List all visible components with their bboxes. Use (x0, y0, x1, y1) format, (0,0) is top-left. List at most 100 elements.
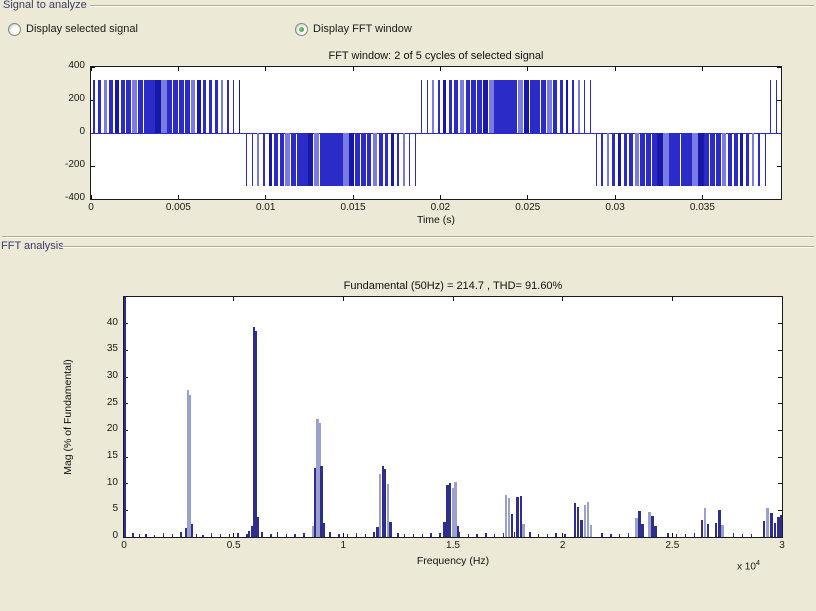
pwm-pulse (337, 133, 343, 186)
fft-harmonic-bar (774, 523, 777, 537)
pwm-pulse (547, 80, 551, 133)
fft-noise-bar (742, 534, 744, 537)
y-tick-mark (778, 350, 782, 351)
fft-harmonic-bar (511, 514, 514, 537)
fft-harmonic-bar (721, 525, 724, 537)
pwm-pulse (314, 133, 320, 186)
x-tick-mark (527, 67, 528, 71)
fft-noise-bar (248, 531, 250, 537)
x-tick-mark (343, 533, 344, 537)
y-tick-label: 15 (81, 450, 118, 461)
fft-harmonic-bar (389, 522, 392, 537)
pwm-pulse (179, 80, 184, 133)
pwm-pulse (471, 80, 476, 133)
y-tick-mark (778, 457, 782, 458)
fft-noise-bar (261, 532, 263, 537)
pwm-pulse (397, 133, 399, 186)
fft-harmonic-bar (770, 513, 773, 537)
x-tick-label: 2.5 (650, 540, 694, 551)
pwm-pulse (454, 80, 458, 133)
pwm-pulse (612, 133, 614, 186)
x-tick-mark (233, 297, 234, 301)
pwm-pulse (681, 133, 687, 186)
pwm-pulse (443, 80, 446, 133)
pwm-pulse (535, 80, 540, 133)
fft-noise-bar (430, 533, 432, 537)
pwm-pulse (239, 80, 240, 133)
pwm-pulse (331, 133, 337, 186)
pwm-pulse (115, 80, 119, 133)
xaxis-multiplier: x 104 (737, 558, 760, 572)
pwm-pulse (698, 133, 703, 186)
pwm-pulse (355, 133, 360, 186)
pwm-pulse (438, 80, 440, 133)
fft-spectrum-chart: Fundamental (50Hz) = 214.7 , THD= 91.60%… (123, 296, 783, 538)
pwm-pulse (280, 133, 284, 186)
x-tick-label: 0.01 (244, 202, 288, 213)
fft-noise-bar (132, 533, 134, 537)
pwm-pulse (460, 80, 464, 133)
y-tick-label: 20 (81, 423, 118, 434)
x-tick-mark (440, 195, 441, 199)
fft-noise-bar (619, 534, 621, 537)
pwm-pulse (518, 80, 524, 133)
pwm-pulse (215, 80, 218, 133)
y-tick-label: 30 (81, 370, 118, 381)
pwm-pulse (257, 133, 259, 186)
fft-noise-bar (413, 534, 415, 537)
radio-button-icon[interactable] (8, 23, 21, 36)
pwm-pulse (415, 133, 416, 186)
fft-noise-bar (356, 533, 358, 537)
fft-noise-bar (547, 534, 549, 537)
pwm-pulse (297, 133, 302, 186)
pwm-pulse (221, 80, 224, 133)
pwm-pulse (149, 80, 155, 133)
radio-display-selected-signal[interactable]: Display selected signal (8, 22, 138, 36)
fft-harmonic-bar (590, 525, 593, 537)
pwm-pulse (624, 133, 627, 186)
pwm-pulse (432, 80, 434, 133)
pwm-pulse (663, 133, 669, 186)
x-tick-mark (615, 195, 616, 199)
pwm-pulse (494, 80, 500, 133)
pwm-pulse (274, 133, 277, 186)
fft-harmonic-bar (780, 515, 783, 537)
fft-noise-bar (286, 534, 288, 537)
fft-noise-bar (180, 532, 182, 537)
fft-noise-bar (294, 534, 296, 537)
pwm-pulse (770, 80, 771, 133)
x-tick-mark (562, 297, 563, 301)
fft-harmonic-bar (124, 297, 127, 537)
x-tick-label: 0.005 (156, 202, 200, 213)
x-tick-label: 3 (760, 540, 804, 551)
pwm-pulse (403, 133, 405, 186)
radio-button-icon[interactable] (295, 23, 308, 36)
x-tick-label: 1.5 (431, 540, 475, 551)
pwm-pulse (155, 80, 161, 133)
signal-section-title: Signal to analyze (3, 0, 87, 11)
x-tick-mark (615, 67, 616, 71)
pwm-pulse (191, 80, 196, 133)
fft-harmonic-bar (257, 517, 260, 537)
x-tick-mark (343, 297, 344, 301)
fft-noise-bar (220, 534, 222, 537)
fft-noise-bar (237, 533, 239, 537)
fft-noise-bar (397, 533, 399, 537)
pwm-pulse (361, 133, 366, 186)
pwm-pulse (734, 133, 737, 186)
x-tick-mark (233, 533, 234, 537)
x-tick-mark (453, 297, 454, 301)
pwm-pulse (500, 80, 506, 133)
pwm-pulse (173, 80, 178, 133)
fft-noise-bar (468, 534, 470, 537)
x-tick-label: 2 (541, 540, 585, 551)
fft-noise-bar (338, 534, 340, 537)
x-tick-mark (672, 297, 673, 301)
fft-section-title: FFT analysis (1, 240, 64, 252)
radio-display-fft-window[interactable]: Display FFT window (295, 22, 412, 36)
fft-noise-bar (555, 533, 557, 537)
y-tick-label: 25 (81, 397, 118, 408)
fft-harmonic-bar (457, 526, 460, 537)
pwm-pulse (233, 80, 235, 133)
fft-section-divider (62, 246, 814, 248)
